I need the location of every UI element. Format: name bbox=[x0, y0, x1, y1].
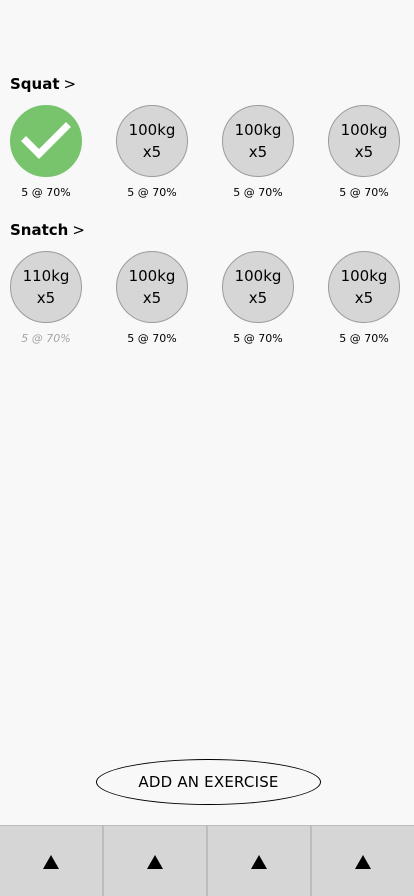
triangle-up-icon bbox=[251, 855, 267, 869]
exercise-name: Squat bbox=[10, 75, 60, 93]
tab-1[interactable] bbox=[0, 826, 104, 896]
set-caption: 5 @ 70% bbox=[339, 332, 389, 345]
tab-3[interactable] bbox=[208, 826, 312, 896]
set-weight: 100kg bbox=[128, 121, 176, 139]
set-reps: x5 bbox=[142, 143, 162, 161]
tab-4[interactable] bbox=[312, 826, 414, 896]
add-exercise-button[interactable]: ADD AN EXERCISE bbox=[96, 759, 321, 805]
set-squat-3[interactable]: 100kg x5 5 @ 70% bbox=[212, 105, 304, 200]
set-weight: 100kg bbox=[340, 121, 388, 139]
set-snatch-3[interactable]: 100kg x5 5 @ 70% bbox=[212, 251, 304, 346]
chevron-right-icon: > bbox=[72, 221, 85, 239]
set-squat-4[interactable]: 100kg x5 5 @ 70% bbox=[318, 105, 410, 200]
set-snatch-4[interactable]: 100kg x5 5 @ 70% bbox=[318, 251, 410, 346]
set-circle[interactable]: 100kg x5 bbox=[116, 251, 188, 323]
bottom-tab-bar bbox=[0, 825, 414, 896]
set-circle[interactable]: 100kg x5 bbox=[222, 105, 294, 177]
set-caption: 5 @ 70% bbox=[127, 332, 177, 345]
set-reps: x5 bbox=[248, 289, 268, 307]
set-squat-1[interactable]: 5 @ 70% bbox=[0, 105, 92, 200]
set-circle[interactable]: 100kg x5 bbox=[328, 251, 400, 323]
set-squat-2[interactable]: 100kg x5 5 @ 70% bbox=[106, 105, 198, 200]
chevron-right-icon: > bbox=[63, 75, 77, 93]
checkmark-icon bbox=[21, 122, 71, 159]
set-circle[interactable]: 100kg x5 bbox=[116, 105, 188, 177]
set-reps: x5 bbox=[36, 289, 56, 307]
set-circle[interactable]: 100kg x5 bbox=[328, 105, 400, 177]
set-caption: 5 @ 70% bbox=[127, 186, 177, 199]
triangle-up-icon bbox=[43, 855, 59, 869]
exercise-header-snatch[interactable]: Snatch > bbox=[10, 221, 85, 239]
set-weight: 110kg bbox=[22, 267, 70, 285]
tab-2[interactable] bbox=[104, 826, 208, 896]
exercise-name: Snatch bbox=[10, 221, 69, 239]
set-reps: x5 bbox=[354, 289, 374, 307]
set-caption: 5 @ 70% bbox=[21, 332, 71, 345]
set-circle-completed[interactable] bbox=[10, 105, 82, 177]
set-caption: 5 @ 70% bbox=[233, 332, 283, 345]
set-snatch-1[interactable]: 110kg x5 5 @ 70% bbox=[0, 251, 92, 346]
set-snatch-2[interactable]: 100kg x5 5 @ 70% bbox=[106, 251, 198, 346]
set-caption: 5 @ 70% bbox=[21, 186, 71, 199]
set-reps: x5 bbox=[248, 143, 268, 161]
set-weight: 100kg bbox=[234, 121, 282, 139]
exercise-header-squat[interactable]: Squat > bbox=[10, 75, 76, 93]
set-caption: 5 @ 70% bbox=[339, 186, 389, 199]
triangle-up-icon bbox=[355, 855, 371, 869]
set-caption: 5 @ 70% bbox=[233, 186, 283, 199]
set-reps: x5 bbox=[142, 289, 162, 307]
set-circle[interactable]: 110kg x5 bbox=[10, 251, 82, 323]
set-circle[interactable]: 100kg x5 bbox=[222, 251, 294, 323]
set-weight: 100kg bbox=[234, 267, 282, 285]
triangle-up-icon bbox=[147, 855, 163, 869]
set-weight: 100kg bbox=[340, 267, 388, 285]
set-reps: x5 bbox=[354, 143, 374, 161]
set-weight: 100kg bbox=[128, 267, 176, 285]
